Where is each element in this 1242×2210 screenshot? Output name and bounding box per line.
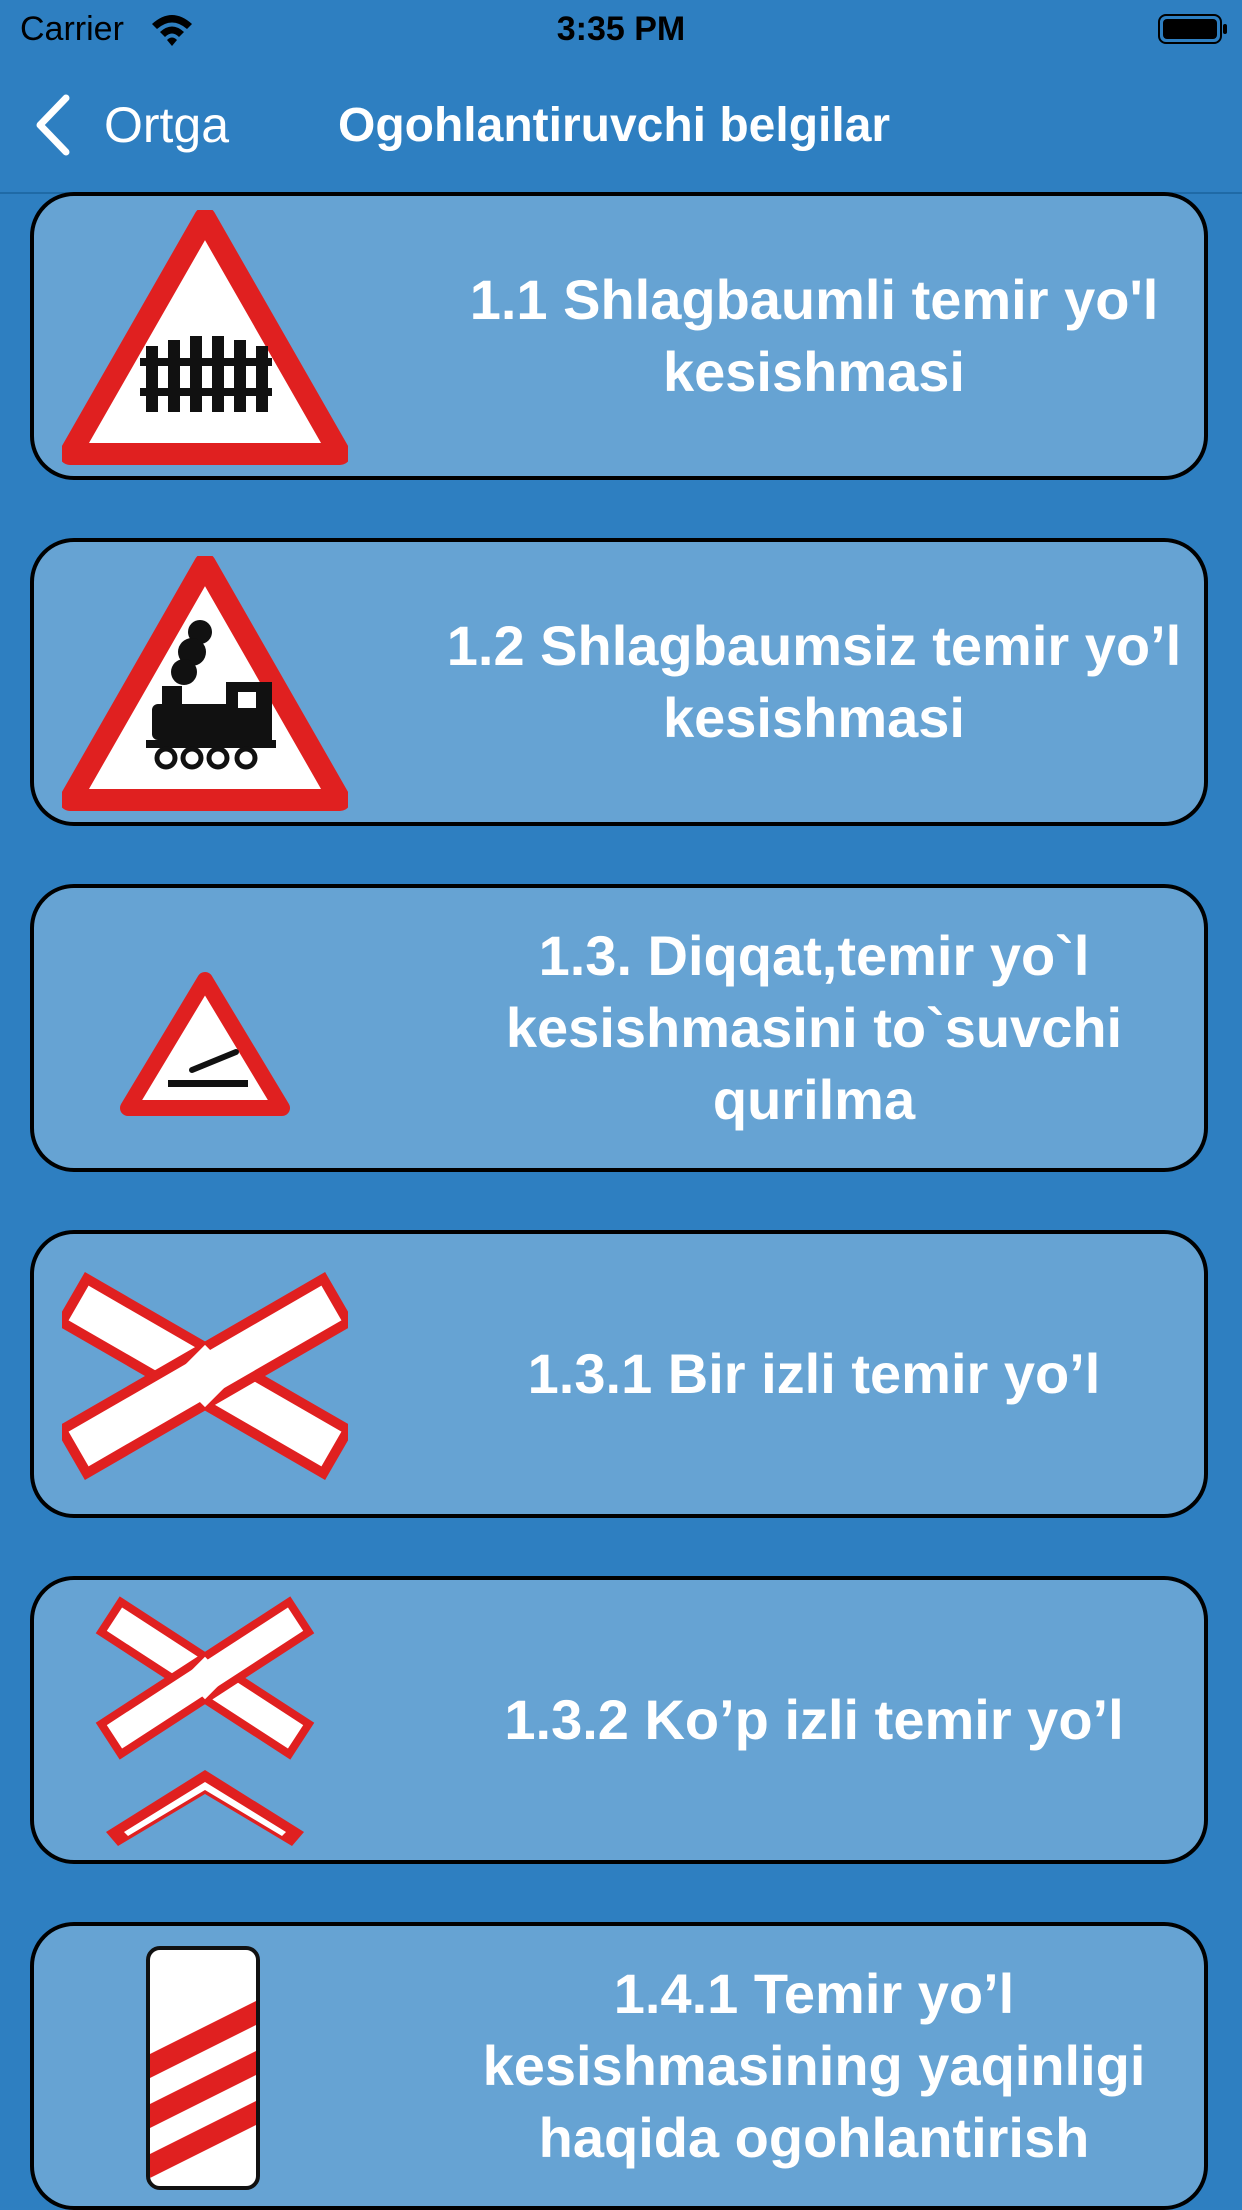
item-label: 1.2 Shlagbaumsiz temir yo’l kesishmasi (446, 614, 1182, 749)
list-item[interactable]: 1.2 Shlagbaumsiz temir yo’l kesishmasi (30, 538, 1208, 826)
item-label: 1.3. Diqqat,temir yo`l kesishmasini to`s… (505, 924, 1123, 1131)
railway-crossing-without-barrier-sign-icon (62, 556, 348, 811)
item-label: 1.3.2 Ko’p izli temir yo’l (504, 1688, 1124, 1751)
back-label: Ortga (104, 97, 230, 153)
list-item[interactable]: 1.3. Diqqat,temir yo`l kesishmasini to`s… (30, 884, 1208, 1172)
list-item[interactable]: 1.4.1 Temir yo’l kesishmasining yaqinlig… (30, 1922, 1208, 2210)
navigation-bar: Ortga Ogohlantiruvchi belgilar (0, 60, 1242, 194)
battery-icon (1158, 14, 1227, 44)
status-bar: Carrier 3:35 PM (0, 0, 1242, 60)
multi-track-cross-sign-icon (95, 1596, 315, 1846)
list-item[interactable]: 1.1 Shlagbaumli temir yo'l kesishmasi (30, 192, 1208, 480)
clock: 3:35 PM (556, 10, 686, 48)
back-button[interactable]: Ortga (34, 90, 229, 160)
chevron-left-icon (36, 94, 70, 156)
approach-warning-post-sign-icon (146, 1946, 260, 2190)
item-label: 1.1 Shlagbaumli temir yo'l kesishmasi (469, 268, 1159, 403)
railway-crossing-with-barrier-sign-icon (62, 210, 348, 465)
page-title: Ogohlantiruvchi belgilar (338, 99, 891, 152)
list-item[interactable]: 1.3.1 Bir izli temir yo’l (30, 1230, 1208, 1518)
item-label: 1.3.1 Bir izli temir yo’l (527, 1342, 1101, 1405)
list-item[interactable]: 1.3.2 Ko’p izli temir yo’l (30, 1576, 1208, 1864)
single-track-cross-sign-icon (62, 1272, 348, 1480)
item-label: 1.4.1 Temir yo’l kesishmasining yaqinlig… (482, 1962, 1146, 2169)
crossing-barrier-device-sign-icon (120, 972, 290, 1116)
